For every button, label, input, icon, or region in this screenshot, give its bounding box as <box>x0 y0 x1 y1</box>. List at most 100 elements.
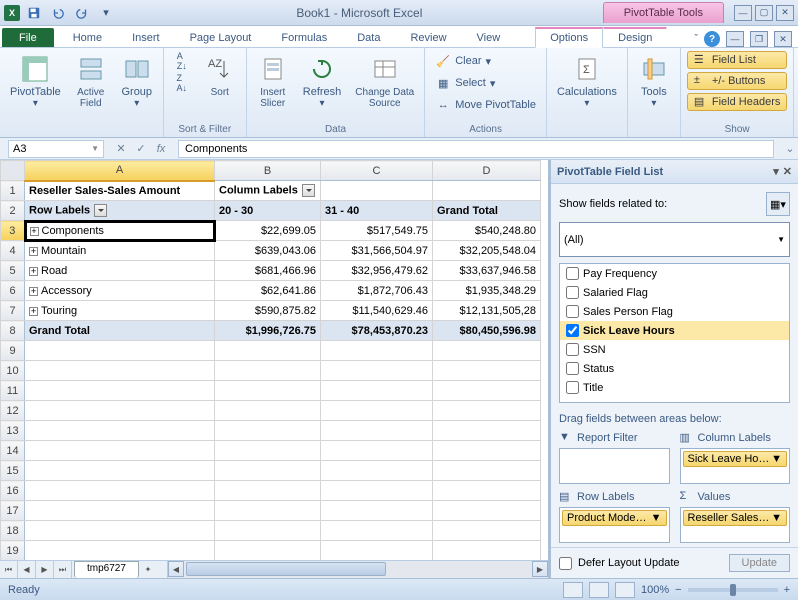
select-button[interactable]: ▦Select ▾ <box>431 73 540 93</box>
row-header[interactable]: 13 <box>1 421 25 441</box>
expand-icon[interactable]: + <box>29 247 38 256</box>
row-header[interactable]: 12 <box>1 401 25 421</box>
help-button[interactable]: ? <box>704 31 720 47</box>
row-header[interactable]: 16 <box>1 481 25 501</box>
row-header[interactable]: 8 <box>1 321 25 341</box>
field-list[interactable]: Pay Frequency Salaried Flag Sales Person… <box>559 263 790 403</box>
spreadsheet-grid[interactable]: ABCD 1Reseller Sales-Sales AmountColumn … <box>0 160 541 560</box>
tab-home[interactable]: Home <box>58 28 117 47</box>
sheet-nav-first[interactable]: ⏮ <box>0 561 18 578</box>
field-item[interactable]: SSN <box>560 340 789 359</box>
scroll-left-button[interactable]: ◀ <box>168 561 184 577</box>
defer-update-checkbox[interactable] <box>559 557 572 570</box>
new-sheet-button[interactable]: ✦ <box>139 561 157 578</box>
row-header[interactable]: 2 <box>1 201 25 221</box>
expand-icon[interactable]: + <box>30 227 39 236</box>
show-fields-select[interactable]: (All)▼ <box>559 222 790 257</box>
maximize-button[interactable]: ▢ <box>755 5 773 21</box>
row-header[interactable]: 15 <box>1 461 25 481</box>
tools-button[interactable]: Tools▾ <box>634 51 674 111</box>
expand-icon[interactable]: + <box>29 267 38 276</box>
area-chip[interactable]: Product Mode…▼ <box>562 510 667 526</box>
tab-insert[interactable]: Insert <box>117 28 175 47</box>
ribbon-minimize-icon[interactable]: ˇ <box>694 33 698 45</box>
sheet-tab[interactable]: tmp6727 <box>74 561 139 578</box>
sheet-nav-last[interactable]: ⏭ <box>54 561 72 578</box>
report-filter-area[interactable] <box>559 448 670 484</box>
undo-button[interactable] <box>48 3 68 23</box>
scroll-right-button[interactable]: ▶ <box>532 561 548 577</box>
doc-close-button[interactable]: ✕ <box>774 31 792 47</box>
field-checkbox[interactable] <box>566 324 579 337</box>
panel-close-button[interactable]: ✕ <box>783 165 792 178</box>
row-header[interactable]: 9 <box>1 341 25 361</box>
active-field-button[interactable]: Active Field <box>71 51 111 111</box>
clear-button[interactable]: 🧹Clear ▾ <box>431 51 540 71</box>
formula-bar-expand[interactable]: ⌄ <box>782 142 798 155</box>
zoom-slider[interactable] <box>688 588 778 592</box>
tab-page-layout[interactable]: Page Layout <box>175 28 267 47</box>
pivot-title[interactable]: Reseller Sales-Sales Amount <box>25 181 215 201</box>
tab-options[interactable]: Options <box>535 27 603 48</box>
row-header[interactable]: 6 <box>1 281 25 301</box>
plus-minus-toggle[interactable]: ±+/- Buttons <box>687 72 787 90</box>
cancel-formula-icon[interactable]: ✕ <box>112 140 130 158</box>
doc-restore-button[interactable]: ❐ <box>750 31 768 47</box>
name-box[interactable]: A3▼ <box>8 140 104 158</box>
minimize-button[interactable]: — <box>734 5 752 21</box>
values-area[interactable]: Reseller Sales…▼ <box>680 507 791 543</box>
pivottable-button[interactable]: PivotTable▾ <box>6 51 65 111</box>
column-labels-area[interactable]: Sick Leave Ho…▼ <box>680 448 791 484</box>
col-header-c[interactable]: C <box>321 161 433 181</box>
normal-view-button[interactable] <box>563 582 583 598</box>
col-header-d[interactable]: D <box>433 161 541 181</box>
field-checkbox[interactable] <box>566 362 579 375</box>
field-item[interactable]: Title <box>560 378 789 397</box>
tab-design[interactable]: Design <box>603 27 667 47</box>
row-header[interactable]: 5 <box>1 261 25 281</box>
field-item[interactable]: Sick Leave Hours <box>560 321 789 340</box>
row-header[interactable]: 14 <box>1 441 25 461</box>
tab-review[interactable]: Review <box>395 28 461 47</box>
zoom-out-button[interactable]: − <box>675 584 681 596</box>
update-button[interactable]: Update <box>729 554 790 572</box>
move-pivottable-button[interactable]: ↔Move PivotTable <box>431 95 540 115</box>
row-header[interactable]: 1 <box>1 181 25 201</box>
field-item[interactable]: Pay Frequency <box>560 264 789 283</box>
row-labels-dropdown[interactable] <box>94 204 107 217</box>
row-header[interactable]: 7 <box>1 301 25 321</box>
field-item[interactable]: Salaried Flag <box>560 283 789 302</box>
sheet-nav-prev[interactable]: ◀ <box>18 561 36 578</box>
tab-view[interactable]: View <box>462 28 516 47</box>
area-chip[interactable]: Reseller Sales…▼ <box>683 510 788 526</box>
row-header[interactable]: 3 <box>1 221 25 241</box>
field-item[interactable]: Sales Person Flag <box>560 302 789 321</box>
row-header[interactable]: 4 <box>1 241 25 261</box>
layout-options-button[interactable]: ▦▾ <box>766 192 790 216</box>
change-data-source-button[interactable]: Change Data Source <box>351 51 418 111</box>
field-checkbox[interactable] <box>566 267 579 280</box>
selected-cell[interactable]: +Components <box>25 221 215 241</box>
sort-za-button[interactable]: ZA↓ <box>170 73 194 93</box>
tab-file[interactable]: File <box>2 28 54 47</box>
enter-formula-icon[interactable]: ✓ <box>132 140 150 158</box>
row-header[interactable]: 18 <box>1 521 25 541</box>
page-layout-view-button[interactable] <box>589 582 609 598</box>
horizontal-scrollbar[interactable]: ◀ ▶ <box>167 561 548 578</box>
field-list-toggle[interactable]: ☰Field List <box>687 51 787 69</box>
group-button[interactable]: Group▾ <box>117 51 157 111</box>
field-item[interactable]: Status <box>560 359 789 378</box>
zoom-level[interactable]: 100% <box>641 584 669 596</box>
col-header-a[interactable]: A <box>25 161 215 181</box>
tab-data[interactable]: Data <box>342 28 395 47</box>
row-header[interactable]: 10 <box>1 361 25 381</box>
field-checkbox[interactable] <box>566 343 579 356</box>
field-checkbox[interactable] <box>566 286 579 299</box>
row-header[interactable]: 17 <box>1 501 25 521</box>
row-labels-cell[interactable]: Row Labels <box>25 201 215 221</box>
select-all-corner[interactable] <box>1 161 25 181</box>
redo-button[interactable] <box>72 3 92 23</box>
qat-customize[interactable]: ▾ <box>96 3 116 23</box>
column-labels-dropdown[interactable] <box>302 184 315 197</box>
refresh-button[interactable]: Refresh▾ <box>299 51 346 111</box>
